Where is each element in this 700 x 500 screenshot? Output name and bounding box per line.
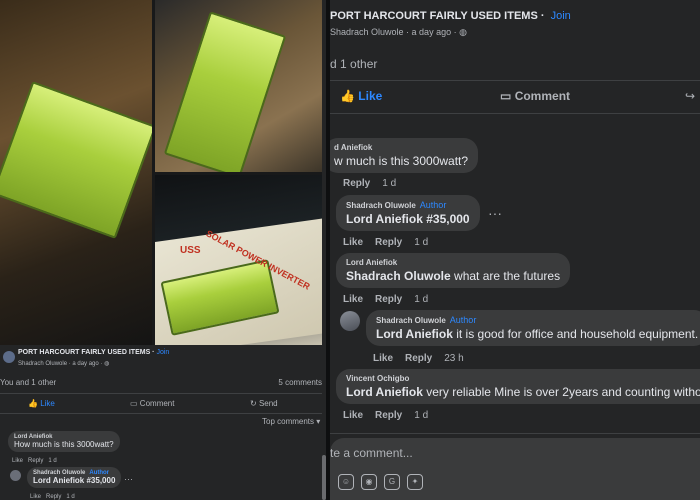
sticker-icon[interactable]: ✦ <box>407 474 423 490</box>
comment-author[interactable]: Lord Aniefiok <box>346 258 560 267</box>
emoji-icon[interactable]: ☺ <box>338 474 354 490</box>
author-badge: Author <box>419 200 447 210</box>
comment-text: w much is this 3000watt? <box>334 154 469 168</box>
reaction-summary[interactable]: d 1 other <box>330 57 377 71</box>
action-bar: 👍 Like ▭ Comment ↻ Send <box>0 397 326 413</box>
comment-author[interactable]: d Aniefiok <box>334 143 468 152</box>
mention-link[interactable]: Lord Aniefiok <box>376 327 453 341</box>
photo-main[interactable] <box>0 0 152 345</box>
inverter-image <box>0 81 152 239</box>
divider <box>0 413 322 414</box>
comment-reply[interactable]: Reply <box>28 458 43 464</box>
comment-bubble: Vincent Ochigbo Lord Aniefiok very relia… <box>336 369 700 404</box>
comment-reply[interactable]: Reply <box>375 237 402 248</box>
comment-like[interactable]: Like <box>343 410 363 421</box>
like-button[interactable]: 👍 Like <box>340 89 382 103</box>
comment-bubble: Shadrach Oluwole Author Lord Aniefiok #35… <box>336 195 480 231</box>
left-post-panel: USS SOLAR POWER INVERTER PORT HARCOURT F… <box>0 0 326 500</box>
comment-bubble: Lord Aniefiok How much is this 3000watt? <box>8 431 120 452</box>
thumbs-up-icon: 👍 <box>340 89 355 103</box>
globe-icon: ◍ <box>104 361 110 367</box>
group-name[interactable]: PORT HARCOURT FAIRLY USED ITEMS · Join <box>330 10 571 22</box>
comment-reply[interactable]: Reply <box>375 294 402 305</box>
comment-like[interactable]: Like <box>343 237 363 248</box>
comment-button[interactable]: ▭ Comment <box>130 399 174 408</box>
comment-meta: Like Reply 23 h <box>373 353 464 364</box>
mention-link[interactable]: Shadrach Oluwole <box>346 269 451 283</box>
comment-input-icons: ☺ ◉ G ✦ <box>338 473 430 490</box>
comments-count[interactable]: 5 comments <box>278 378 322 387</box>
comment-icon: ▭ <box>130 399 138 408</box>
post-author[interactable]: Shadrach Oluwole <box>330 27 404 37</box>
divider <box>330 433 700 434</box>
comment-input[interactable]: te a comment... ☺ ◉ G ✦ <box>330 438 700 500</box>
comment-text: How much is this 3000watt? <box>14 440 114 449</box>
right-post-panel: PORT HARCOURT FAIRLY USED ITEMS · Join S… <box>330 0 700 500</box>
comment-text: Lord Aniefiok it is good for office and … <box>376 327 699 341</box>
photo-grid: USS SOLAR POWER INVERTER <box>0 0 326 345</box>
comment-meta: Like Reply 1 d <box>30 494 75 500</box>
comment-like[interactable]: Like <box>30 494 41 500</box>
divider <box>0 393 322 394</box>
comment-bubble: Shadrach Oluwole Author Lord Aniefiok it … <box>366 310 700 346</box>
comment-reply[interactable]: Reply <box>343 178 370 189</box>
post-author-line: Shadrach Oluwole · a day ago · ◍ <box>18 361 110 367</box>
comment-author-line: Shadrach Oluwole Author <box>376 315 477 325</box>
gif-icon[interactable]: G <box>384 474 400 490</box>
comment-like[interactable]: Like <box>12 458 23 464</box>
share-icon[interactable]: ↪ <box>685 89 695 103</box>
divider <box>330 80 700 81</box>
globe-icon: ◍ <box>459 27 467 37</box>
post-author-line: Shadrach Oluwole · a day ago · ◍ <box>330 27 467 37</box>
comment-meta: Like Reply 1 d <box>343 294 429 305</box>
join-link[interactable]: Join <box>551 10 571 22</box>
top-comments-dropdown[interactable]: Top comments ▾ <box>262 417 320 426</box>
camera-icon[interactable]: ◉ <box>361 474 377 490</box>
photo-top-right[interactable] <box>155 0 326 172</box>
reaction-summary[interactable]: You and 1 other <box>0 378 56 387</box>
comment-like[interactable]: Like <box>343 294 363 305</box>
send-button[interactable]: ↻ Send <box>250 399 278 408</box>
avatar[interactable] <box>10 470 21 481</box>
comment-meta: Like Reply 1 d <box>343 237 429 248</box>
mention-link[interactable]: Lord Aniefiok <box>346 385 423 399</box>
post-author[interactable]: Shadrach Oluwole <box>18 361 67 367</box>
comment-reply[interactable]: Reply <box>405 353 432 364</box>
comment-like[interactable]: Like <box>373 353 393 364</box>
comment-icon: ▭ <box>500 89 512 103</box>
comment-text: Lord Aniefiok very reliable Mine is over… <box>346 385 700 399</box>
comment-meta: Like Reply 1 d <box>343 410 429 421</box>
comment-text: Lord Aniefiok #35,000 <box>346 212 470 226</box>
comment-author-line: Shadrach Oluwole Author <box>346 200 447 210</box>
more-options-icon[interactable]: ··· <box>488 205 502 221</box>
comment-reply[interactable]: Reply <box>375 410 402 421</box>
join-link[interactable]: Join <box>156 349 169 356</box>
comment-text: Shadrach Oluwole what are the futures <box>346 269 561 283</box>
action-bar: 👍 Like ▭ Comment ↪ <box>330 84 700 110</box>
photo-bottom-right[interactable]: USS SOLAR POWER INVERTER <box>155 175 326 345</box>
like-button[interactable]: 👍 Like <box>28 399 55 408</box>
comment-reply[interactable]: Reply <box>46 494 61 500</box>
more-options-icon[interactable]: ··· <box>124 474 133 484</box>
group-avatar[interactable] <box>3 351 15 363</box>
comment-author[interactable]: Vincent Ochigbo <box>346 374 700 383</box>
comment-text: Lord Aniefiok #35,000 <box>33 476 116 485</box>
comment-button[interactable]: ▭ Comment <box>500 89 570 103</box>
comment-bubble: d Aniefiok w much is this 3000watt? <box>330 138 479 173</box>
send-icon: ↻ <box>250 399 257 408</box>
box-brand: USS <box>180 245 201 256</box>
inverter-image <box>163 11 287 172</box>
avatar[interactable] <box>340 311 360 331</box>
comment-bubble: Shadrach Oluwole Author Lord Aniefiok #35… <box>27 467 122 488</box>
comment-meta: Like Reply 1 d <box>12 458 57 464</box>
divider <box>330 113 700 114</box>
group-name[interactable]: PORT HARCOURT FAIRLY USED ITEMS · Join <box>18 349 169 356</box>
author-badge: Author <box>449 315 477 325</box>
comment-meta: Reply 1 d <box>343 178 397 189</box>
comment-bubble: Lord Aniefiok Shadrach Oluwole what are … <box>336 253 571 288</box>
thumbs-up-icon: 👍 <box>28 399 38 408</box>
comment-input-placeholder: te a comment... <box>330 446 413 460</box>
